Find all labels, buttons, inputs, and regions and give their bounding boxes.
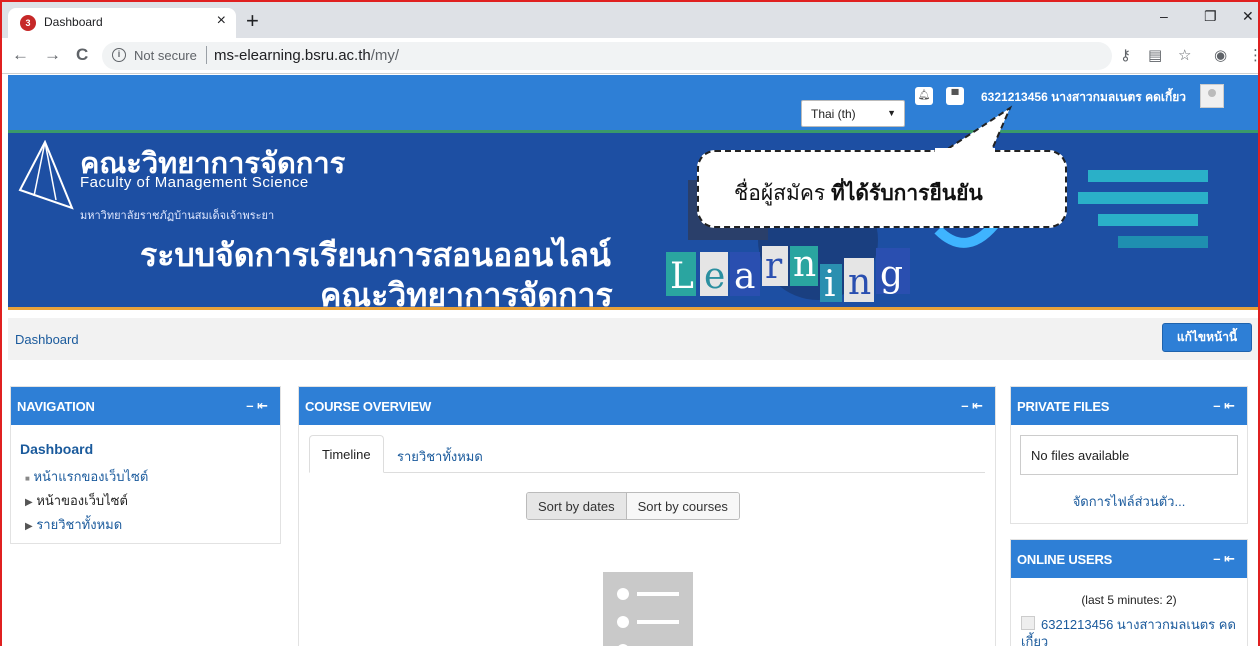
online-user-link[interactable]: 6321213456 นางสาวกมลเนตร คดเกี้ยว [1021,616,1243,646]
callout-pointer [938,105,1013,154]
minimize-icon[interactable]: – [1160,8,1168,24]
message-icon[interactable]: ▀ [946,87,964,105]
course-overview-header: COURSE OVERVIEW – ⇤ [299,387,995,425]
private-files-header: PRIVATE FILES – ⇤ [1011,387,1247,425]
divider [206,46,207,64]
sort-by-dates-button[interactable]: Sort by dates [527,493,627,519]
list-line [637,592,679,596]
callout-pointer-join [935,148,995,154]
nav-item-label: หน้าของเว็บไซต์ [36,493,128,508]
reload-icon[interactable]: C [76,45,88,65]
translate-icon[interactable]: ▤ [1148,46,1162,64]
faculty-logo-icon [18,140,74,210]
tab-close-icon[interactable]: × [217,12,226,30]
navigation-header: NAVIGATION – ⇤ [11,387,280,425]
sort-by-courses-button[interactable]: Sort by courses [626,493,739,519]
key-icon[interactable]: ⚷ [1120,46,1131,64]
learning-letter: r [765,246,783,287]
nav-item-site-home[interactable]: ■ หน้าแรกของเว็บไซต์ [25,466,148,487]
bullet-icon: ■ [25,474,30,483]
manage-files-link[interactable]: จัดการไฟล์ส่วนตัว... [1011,491,1247,512]
url-host: ms-elearning.bsru.ac.th [214,47,371,64]
tab-timeline[interactable]: Timeline [309,435,384,473]
navigation-block: NAVIGATION – ⇤ Dashboard ■ หน้าแรกของเว็… [10,386,281,544]
list-line [637,620,679,624]
back-icon[interactable]: ← [12,45,29,65]
tab-title: Dashboard [44,15,103,29]
course-overview-tabs: Timeline รายวิชาทั้งหมด [309,435,985,473]
online-period: (last 5 minutes: 2) [1081,593,1177,607]
learning-letter: n [848,262,871,303]
tab-all-courses[interactable]: รายวิชาทั้งหมด [397,446,483,467]
edit-page-button[interactable]: แก้ไขหน้านี้ [1162,323,1252,352]
learning-letter: g [880,254,903,295]
banner-bottom-line [8,307,1258,310]
sort-toggle: Sort by dates Sort by courses [526,492,740,520]
nav-item-courses[interactable]: ▶ รายวิชาทั้งหมด [25,514,122,535]
star-icon[interactable]: ☆ [1178,46,1191,64]
private-files-block: PRIVATE FILES – ⇤ No files available จัด… [1010,386,1248,524]
breadcrumb [8,318,1258,360]
favicon-icon: 3 [20,15,36,31]
avatar[interactable] [1200,84,1224,108]
nav-item-site-pages[interactable]: ▶ หน้าของเว็บไซต์ [25,490,128,511]
language-select[interactable]: Thai (th) ▼ [801,100,905,127]
nav-item-label: รายวิชาทั้งหมด [36,517,123,532]
learning-letter: n [793,244,816,285]
window-close-icon[interactable]: ✕ [1242,8,1254,25]
notification-icon[interactable]: 🔔︎ [915,87,933,105]
faculty-name-en: Faculty of Management Science [80,174,309,191]
nav-item-dashboard[interactable]: Dashboard [20,441,93,457]
new-tab-button[interactable]: + [246,8,259,34]
list-dot [617,616,629,628]
not-secure-label: Not secure [134,48,197,63]
learning-letter: a [734,256,755,297]
browser-tab-strip: 3 Dashboard × + – ❐ ✕ [2,2,1258,38]
chevron-down-icon: ▼ [887,108,896,118]
browser-toolbar: ← → C i Not secure ms-elearning.bsru.ac.… [2,38,1260,74]
callout-text-bold: ที่ได้รับการยืนยัน [831,182,983,205]
restore-icon[interactable]: ❐ [1204,8,1217,25]
url-text: ms-elearning.bsru.ac.th/my/ [214,47,399,64]
learning-letter: e [704,256,725,297]
callout-text: ชื่อผู้สมัคร ที่ได้รับการยืนยัน [734,177,983,210]
menu-icon[interactable]: ⋮ [1248,46,1260,64]
site-banner: คณะวิทยาการจัดการ Faculty of Management … [8,130,1258,310]
block-controls-icon[interactable]: – ⇤ [1213,398,1235,414]
breadcrumb-dashboard[interactable]: Dashboard [15,332,79,347]
online-users-title: ONLINE USERS [1017,552,1113,567]
files-empty-message: No files available [1020,435,1238,475]
online-users-header: ONLINE USERS – ⇤ [1011,540,1247,578]
expand-icon[interactable]: ▶ [25,497,33,508]
callout-text-normal: ชื่อผู้สมัคร [734,182,831,205]
language-value: Thai (th) [811,107,856,121]
info-icon[interactable]: i [112,48,126,62]
empty-list-icon [603,572,693,646]
url-path: /my/ [370,47,400,64]
account-icon[interactable]: ◉ [1214,46,1227,64]
expand-icon[interactable]: ▶ [25,521,33,532]
learning-letter: L [670,256,694,297]
forward-icon[interactable]: → [44,45,61,65]
address-bar[interactable]: i Not secure ms-elearning.bsru.ac.th/my/ [102,42,1112,70]
nav-item-label: หน้าแรกของเว็บไซต์ [33,469,149,484]
block-controls-icon[interactable]: – ⇤ [1213,551,1235,567]
block-controls-icon[interactable]: – ⇤ [246,398,268,414]
banner-top-line [8,130,1258,133]
university-name: มหาวิทยาลัยราชภัฏบ้านสมเด็จเจ้าพระยา [80,210,275,222]
list-dot [617,588,629,600]
private-files-title: PRIVATE FILES [1017,399,1110,414]
course-overview-block: COURSE OVERVIEW – ⇤ Timeline รายวิชาทั้ง… [298,386,996,646]
online-users-block: ONLINE USERS – ⇤ (last 5 minutes: 2) 632… [1010,539,1248,646]
course-overview-title: COURSE OVERVIEW [305,399,432,414]
browser-tab[interactable]: 3 Dashboard × [8,8,236,38]
system-title-line2: คณะวิทยาการจัดการ [320,277,613,310]
learning-letter: i [824,264,836,305]
navigation-title: NAVIGATION [17,399,95,414]
block-controls-icon[interactable]: – ⇤ [961,398,983,414]
